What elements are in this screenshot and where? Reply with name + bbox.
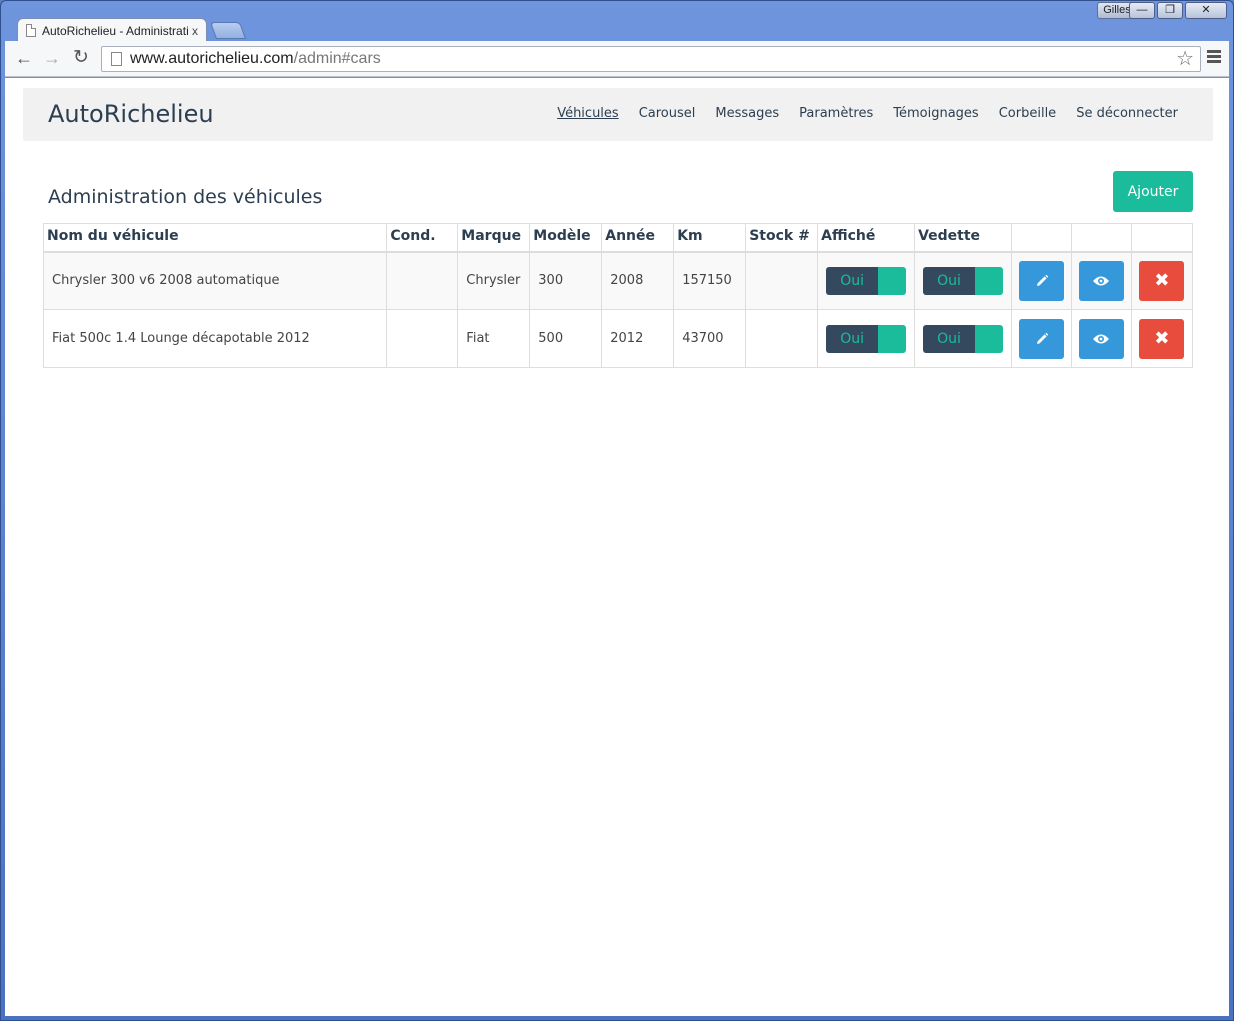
cell-stock bbox=[745, 309, 819, 368]
view-button[interactable] bbox=[1078, 318, 1124, 359]
cell-cond bbox=[386, 251, 459, 310]
cell-featured: Oui bbox=[914, 309, 1013, 368]
cell-cond bbox=[386, 309, 459, 368]
view-button[interactable] bbox=[1078, 260, 1124, 301]
nav-link-temoignages[interactable]: Témoignages bbox=[893, 106, 978, 121]
cell-year: 2008 bbox=[601, 251, 675, 310]
column-header-delete bbox=[1130, 223, 1194, 253]
cell-year: 2012 bbox=[601, 309, 675, 368]
column-header-name: Nom du véhicule bbox=[42, 223, 388, 253]
maximize-button[interactable]: ❐ bbox=[1157, 2, 1183, 19]
pencil-icon bbox=[1036, 332, 1048, 344]
window-controls: — ❐ ✕ bbox=[1129, 2, 1227, 19]
pencil-icon bbox=[1036, 274, 1048, 286]
delete-button[interactable]: ✖ bbox=[1139, 318, 1185, 359]
toggle-knob bbox=[975, 266, 1004, 295]
browser-toolbar: ← → ↻ www.autorichelieu.com/admin#cars ☆ bbox=[5, 41, 1229, 77]
tab-close-icon[interactable]: x bbox=[192, 24, 198, 38]
nav-links: Véhicules Carousel Messages Paramètres T… bbox=[557, 106, 1178, 121]
toggle-label: Oui bbox=[826, 324, 879, 353]
cell-model: 300 bbox=[529, 251, 603, 310]
browser-window: Gilles — ❐ ✕ AutoRichelieu - Administrat… bbox=[0, 0, 1234, 1021]
add-vehicle-button[interactable]: Ajouter bbox=[1113, 171, 1193, 212]
cell-km: 157150 bbox=[673, 251, 747, 310]
hamburger-menu-icon[interactable] bbox=[1207, 50, 1221, 65]
column-header-model: Modèle bbox=[529, 223, 603, 253]
window-close-button[interactable]: ✕ bbox=[1185, 2, 1227, 19]
reload-icon[interactable]: ↻ bbox=[73, 48, 89, 67]
column-header-edit bbox=[1011, 223, 1072, 253]
forward-arrow-icon[interactable]: → bbox=[43, 49, 61, 67]
cell-featured: Oui bbox=[914, 251, 1013, 310]
edit-button[interactable] bbox=[1019, 318, 1064, 359]
nav-link-parametres[interactable]: Paramètres bbox=[799, 106, 873, 121]
column-header-shown: Affiché bbox=[817, 223, 916, 253]
cell-model: 500 bbox=[529, 309, 603, 368]
page-icon bbox=[111, 52, 122, 66]
address-bar[interactable]: www.autorichelieu.com/admin#cars ☆ bbox=[101, 46, 1201, 72]
column-header-view bbox=[1070, 223, 1132, 253]
toggle-label: Oui bbox=[923, 266, 976, 295]
vehicles-table: Nom du véhicule Cond. Marque Modèle Anné… bbox=[42, 223, 1194, 368]
page-title: Administration des véhicules bbox=[48, 186, 323, 208]
eye-icon bbox=[1093, 276, 1110, 286]
close-icon: ✖ bbox=[1154, 327, 1170, 349]
cell-name: Fiat 500c 1.4 Lounge décapotable 2012 bbox=[42, 309, 388, 368]
cell-shown: Oui bbox=[817, 309, 916, 368]
table-header-row: Nom du véhicule Cond. Marque Modèle Anné… bbox=[42, 223, 1194, 253]
cell-edit bbox=[1011, 309, 1072, 368]
edit-button[interactable] bbox=[1019, 260, 1064, 301]
shown-toggle[interactable]: Oui bbox=[826, 266, 907, 295]
cell-shown: Oui bbox=[817, 251, 916, 310]
url-path: /admin#cars bbox=[293, 50, 381, 67]
eye-icon bbox=[1093, 334, 1110, 343]
page-viewport: AutoRichelieu Véhicules Carousel Message… bbox=[5, 78, 1229, 1016]
back-arrow-icon[interactable]: ← bbox=[15, 49, 33, 67]
cell-make: Fiat bbox=[457, 309, 531, 368]
column-header-stock: Stock # bbox=[745, 223, 819, 253]
toggle-label: Oui bbox=[826, 266, 879, 295]
featured-toggle[interactable]: Oui bbox=[923, 324, 1004, 353]
tab-title: AutoRichelieu - Administratio bbox=[42, 23, 188, 38]
toggle-label: Oui bbox=[923, 324, 976, 353]
browser-tab-active[interactable]: AutoRichelieu - Administratio x bbox=[17, 18, 207, 42]
site-navbar: AutoRichelieu Véhicules Carousel Message… bbox=[23, 88, 1213, 141]
nav-link-logout[interactable]: Se déconnecter bbox=[1076, 106, 1178, 121]
close-icon: ✖ bbox=[1154, 269, 1170, 291]
column-header-cond: Cond. bbox=[386, 223, 459, 253]
cell-make: Chrysler bbox=[457, 251, 531, 310]
cell-stock bbox=[745, 251, 819, 310]
cell-view bbox=[1070, 309, 1132, 368]
cell-delete: ✖ bbox=[1130, 251, 1194, 310]
nav-link-carousel[interactable]: Carousel bbox=[639, 106, 696, 121]
featured-toggle[interactable]: Oui bbox=[923, 266, 1004, 295]
cell-km: 43700 bbox=[673, 309, 747, 368]
delete-button[interactable]: ✖ bbox=[1139, 260, 1185, 301]
url-host: www.autorichelieu.com bbox=[130, 50, 294, 67]
minimize-button[interactable]: — bbox=[1129, 2, 1155, 19]
nav-link-messages[interactable]: Messages bbox=[715, 106, 779, 121]
nav-link-vehicules[interactable]: Véhicules bbox=[557, 106, 619, 121]
brand-logo-text[interactable]: AutoRichelieu bbox=[48, 100, 214, 128]
nav-link-corbeille[interactable]: Corbeille bbox=[999, 106, 1056, 121]
column-header-make: Marque bbox=[457, 223, 531, 253]
cell-edit bbox=[1011, 251, 1072, 310]
shown-toggle[interactable]: Oui bbox=[826, 324, 907, 353]
toggle-knob bbox=[975, 324, 1004, 353]
cell-view bbox=[1070, 251, 1132, 310]
table-row: Fiat 500c 1.4 Lounge décapotable 2012 Fi… bbox=[42, 309, 1194, 368]
new-tab-button[interactable] bbox=[209, 22, 247, 39]
bookmark-star-icon[interactable]: ☆ bbox=[1176, 47, 1194, 71]
page-icon bbox=[26, 24, 36, 37]
column-header-year: Année bbox=[601, 223, 675, 253]
cell-delete: ✖ bbox=[1130, 309, 1194, 368]
column-header-featured: Vedette bbox=[914, 223, 1013, 253]
table-row: Chrysler 300 v6 2008 automatique Chrysle… bbox=[42, 251, 1194, 310]
column-header-km: Km bbox=[673, 223, 747, 253]
cell-name: Chrysler 300 v6 2008 automatique bbox=[42, 251, 388, 310]
toggle-knob bbox=[878, 324, 907, 353]
toggle-knob bbox=[878, 266, 907, 295]
